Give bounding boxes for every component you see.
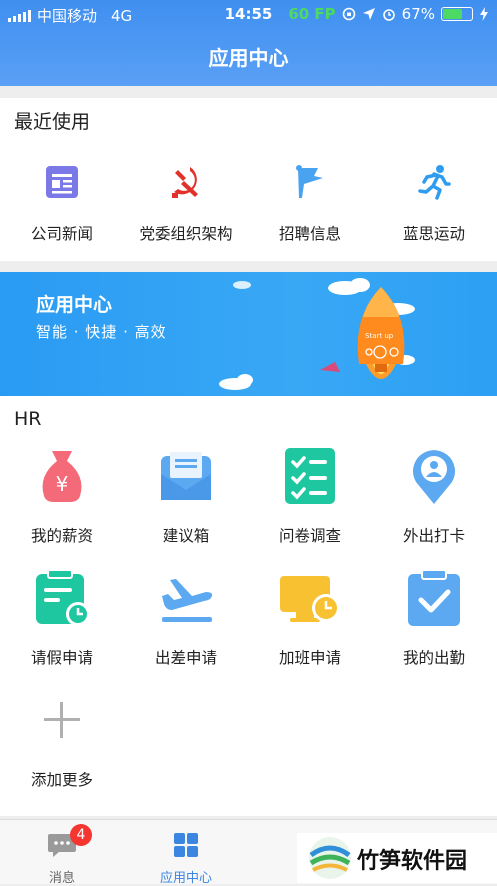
hr-item-overtime[interactable]: 加班申请 [248,570,372,668]
watermark-text: 竹笋软件园 [357,849,468,874]
mailbox-icon [161,452,211,500]
hr-item-my-salary[interactable]: ¥ 我的薪资 [0,448,124,546]
unread-badge: 4 [70,824,92,846]
hr-item-label: 问卷调查 [278,527,341,545]
recent-item-label: 蓝思运动 [402,225,465,243]
app-center-banner[interactable]: 应用中心 智能 · 快捷 · 高效 Start up [0,272,497,396]
hr-item-label: 加班申请 [278,649,341,667]
overtime-clock-icon [280,576,340,622]
hr-item-business-trip[interactable]: 出差申请 [124,570,248,668]
top-bar: 中国移动 4G 14:55 60 FP 67% 应用中心 [0,0,497,86]
running-icon [418,165,451,200]
location-arrow-icon [362,8,375,20]
hr-item-suggestion-box[interactable]: 建议箱 [124,448,248,546]
hr-item-field-checkin[interactable]: 外出打卡 [372,448,496,546]
alarm-icon [382,9,395,21]
airplane-icon [162,579,213,622]
rotation-lock-icon [342,7,355,21]
grid-apps-icon [174,833,198,857]
hr-item-label: 外出打卡 [402,527,465,545]
rocket-text: Start up [365,332,394,340]
recent-item-label: 党委组织架构 [139,225,233,243]
watermark: 竹笋软件园 [297,833,497,883]
banner-title: 应用中心 [36,294,113,316]
plus-icon [44,702,80,738]
battery-percent: 67% [401,5,435,23]
party-emblem-icon [172,167,198,198]
hr-item-add-more[interactable]: 添加更多 [0,698,124,790]
tab-app-center[interactable]: 应用中心 [124,820,248,886]
hr-item-label: 添加更多 [30,771,93,789]
leave-clipboard-icon [36,569,90,626]
attendance-check-icon [408,569,460,626]
rocket-illustration: Start up [219,278,415,390]
hr-item-questionnaire[interactable]: 问卷调查 [248,448,372,546]
hr-item-label: 我的薪资 [30,527,93,545]
recent-section-title: 最近使用 [14,111,91,133]
location-pin-icon [413,450,455,504]
recent-item-party-org[interactable]: 党委组织架构 [124,164,248,244]
recent-item-recruitment[interactable]: 招聘信息 [248,164,372,244]
banner-subtitle: 智能 · 快捷 · 高效 [36,323,167,341]
tab-label: 应用中心 [159,871,212,886]
news-icon [46,166,78,198]
hr-item-leave-request[interactable]: 请假申请 [0,569,124,668]
fps-text: 60 FP [288,5,336,23]
flag-icon [296,165,323,198]
hr-section: HR ¥ 我的薪资 建议箱 问卷调查 外出打卡 请假申请 出差申请 加班申请 我… [0,396,497,816]
recent-item-company-news[interactable]: 公司新闻 [0,164,124,244]
hr-section-title: HR [14,408,42,430]
charging-icon [480,7,488,21]
checklist-icon [285,448,335,504]
hr-item-label: 出差申请 [154,649,217,667]
page-title: 应用中心 [208,46,289,70]
hr-item-label: 我的出勤 [402,649,465,667]
tab-messages[interactable]: 4 消息 [0,820,124,886]
recent-item-lens-sports[interactable]: 蓝思运动 [372,164,496,244]
recent-section: 最近使用 公司新闻 党委组织架构 招聘信息 蓝思运动 [0,98,497,261]
svg-text:¥: ¥ [56,472,69,496]
hr-item-label: 建议箱 [162,527,210,545]
money-bag-icon: ¥ [42,451,82,502]
status-bar: 中国移动 4G 14:55 60 FP 67% [0,0,497,28]
battery-icon [441,7,473,21]
hr-item-label: 请假申请 [30,649,93,667]
watermark-logo [309,837,351,879]
recent-item-label: 招聘信息 [278,225,341,243]
hr-item-my-attendance[interactable]: 我的出勤 [372,569,496,668]
recent-item-label: 公司新闻 [30,225,93,243]
tab-label: 消息 [48,871,75,886]
